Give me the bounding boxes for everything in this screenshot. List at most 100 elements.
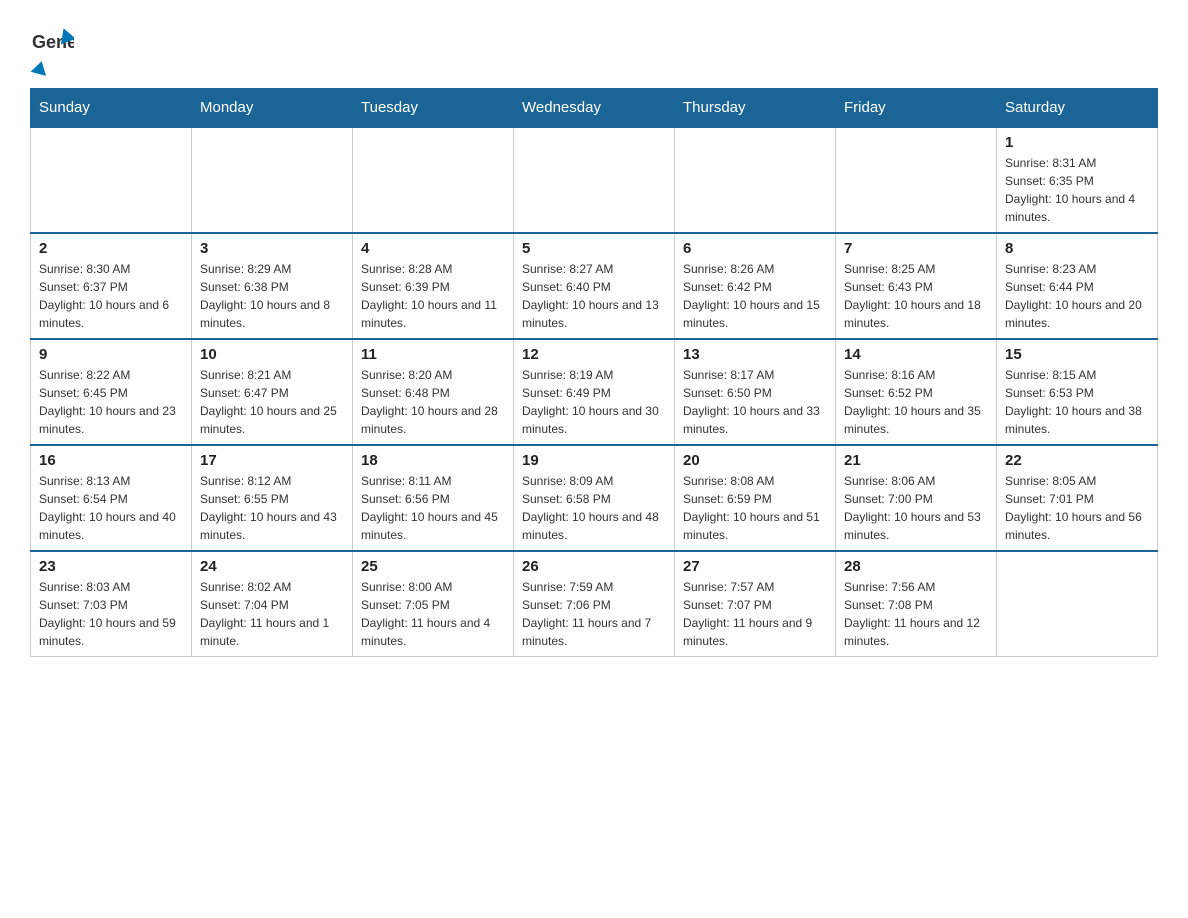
calendar: SundayMondayTuesdayWednesdayThursdayFrid… bbox=[30, 88, 1158, 657]
calendar-cell bbox=[353, 127, 514, 233]
day-number: 24 bbox=[200, 558, 344, 575]
calendar-cell bbox=[514, 127, 675, 233]
day-info: Sunrise: 8:29 AM Sunset: 6:38 PM Dayligh… bbox=[200, 260, 344, 332]
calendar-cell: 16 Sunrise: 8:13 AM Sunset: 6:54 PM Dayli… bbox=[31, 445, 192, 551]
day-info: Sunrise: 8:02 AM Sunset: 7:04 PM Dayligh… bbox=[200, 578, 344, 650]
calendar-cell: 23 Sunrise: 8:03 AM Sunset: 7:03 PM Dayli… bbox=[31, 551, 192, 657]
day-info: Sunrise: 8:31 AM Sunset: 6:35 PM Dayligh… bbox=[1005, 154, 1149, 226]
day-number: 3 bbox=[200, 240, 344, 257]
day-number: 6 bbox=[683, 240, 827, 257]
day-info: Sunrise: 8:28 AM Sunset: 6:39 PM Dayligh… bbox=[361, 260, 505, 332]
day-number: 13 bbox=[683, 346, 827, 363]
calendar-cell: 1 Sunrise: 8:31 AM Sunset: 6:35 PM Daylig… bbox=[997, 127, 1158, 233]
day-info: Sunrise: 7:56 AM Sunset: 7:08 PM Dayligh… bbox=[844, 578, 988, 650]
calendar-week-5: 23 Sunrise: 8:03 AM Sunset: 7:03 PM Dayli… bbox=[31, 551, 1158, 657]
day-header-wednesday: Wednesday bbox=[514, 89, 675, 128]
day-info: Sunrise: 8:05 AM Sunset: 7:01 PM Dayligh… bbox=[1005, 472, 1149, 544]
day-info: Sunrise: 8:27 AM Sunset: 6:40 PM Dayligh… bbox=[522, 260, 666, 332]
day-header-tuesday: Tuesday bbox=[353, 89, 514, 128]
calendar-body: 1 Sunrise: 8:31 AM Sunset: 6:35 PM Daylig… bbox=[31, 127, 1158, 657]
calendar-cell bbox=[31, 127, 192, 233]
day-number: 2 bbox=[39, 240, 183, 257]
calendar-cell: 28 Sunrise: 7:56 AM Sunset: 7:08 PM Dayli… bbox=[836, 551, 997, 657]
day-number: 18 bbox=[361, 452, 505, 469]
day-info: Sunrise: 8:08 AM Sunset: 6:59 PM Dayligh… bbox=[683, 472, 827, 544]
calendar-cell bbox=[997, 551, 1158, 657]
calendar-cell bbox=[675, 127, 836, 233]
calendar-cell bbox=[836, 127, 997, 233]
day-info: Sunrise: 8:13 AM Sunset: 6:54 PM Dayligh… bbox=[39, 472, 183, 544]
day-number: 7 bbox=[844, 240, 988, 257]
day-number: 11 bbox=[361, 346, 505, 363]
calendar-cell: 5 Sunrise: 8:27 AM Sunset: 6:40 PM Daylig… bbox=[514, 233, 675, 339]
day-number: 26 bbox=[522, 558, 666, 575]
calendar-week-3: 9 Sunrise: 8:22 AM Sunset: 6:45 PM Daylig… bbox=[31, 339, 1158, 445]
day-number: 23 bbox=[39, 558, 183, 575]
calendar-cell: 7 Sunrise: 8:25 AM Sunset: 6:43 PM Daylig… bbox=[836, 233, 997, 339]
calendar-cell: 8 Sunrise: 8:23 AM Sunset: 6:44 PM Daylig… bbox=[997, 233, 1158, 339]
day-number: 4 bbox=[361, 240, 505, 257]
logo: General bbox=[30, 20, 74, 78]
calendar-header-row: SundayMondayTuesdayWednesdayThursdayFrid… bbox=[31, 89, 1158, 128]
day-header-thursday: Thursday bbox=[675, 89, 836, 128]
day-number: 28 bbox=[844, 558, 988, 575]
day-info: Sunrise: 8:30 AM Sunset: 6:37 PM Dayligh… bbox=[39, 260, 183, 332]
day-info: Sunrise: 7:59 AM Sunset: 7:06 PM Dayligh… bbox=[522, 578, 666, 650]
calendar-cell: 22 Sunrise: 8:05 AM Sunset: 7:01 PM Dayli… bbox=[997, 445, 1158, 551]
calendar-cell: 19 Sunrise: 8:09 AM Sunset: 6:58 PM Dayli… bbox=[514, 445, 675, 551]
day-info: Sunrise: 8:09 AM Sunset: 6:58 PM Dayligh… bbox=[522, 472, 666, 544]
day-info: Sunrise: 8:17 AM Sunset: 6:50 PM Dayligh… bbox=[683, 366, 827, 438]
calendar-cell bbox=[192, 127, 353, 233]
day-number: 16 bbox=[39, 452, 183, 469]
calendar-week-4: 16 Sunrise: 8:13 AM Sunset: 6:54 PM Dayli… bbox=[31, 445, 1158, 551]
day-info: Sunrise: 8:22 AM Sunset: 6:45 PM Dayligh… bbox=[39, 366, 183, 438]
day-number: 1 bbox=[1005, 134, 1149, 151]
day-info: Sunrise: 8:26 AM Sunset: 6:42 PM Dayligh… bbox=[683, 260, 827, 332]
day-number: 15 bbox=[1005, 346, 1149, 363]
calendar-cell: 15Sunrise: 8:15 AM Sunset: 6:53 PM Dayli… bbox=[997, 339, 1158, 445]
calendar-cell: 17Sunrise: 8:12 AM Sunset: 6:55 PM Dayli… bbox=[192, 445, 353, 551]
calendar-cell: 14Sunrise: 8:16 AM Sunset: 6:52 PM Dayli… bbox=[836, 339, 997, 445]
calendar-cell: 18 Sunrise: 8:11 AM Sunset: 6:56 PM Dayli… bbox=[353, 445, 514, 551]
day-header-monday: Monday bbox=[192, 89, 353, 128]
calendar-cell: 11Sunrise: 8:20 AM Sunset: 6:48 PM Dayli… bbox=[353, 339, 514, 445]
day-number: 14 bbox=[844, 346, 988, 363]
day-number: 20 bbox=[683, 452, 827, 469]
day-info: Sunrise: 7:57 AM Sunset: 7:07 PM Dayligh… bbox=[683, 578, 827, 650]
calendar-cell: 25 Sunrise: 8:00 AM Sunset: 7:05 PM Dayli… bbox=[353, 551, 514, 657]
day-number: 25 bbox=[361, 558, 505, 575]
day-number: 22 bbox=[1005, 452, 1149, 469]
calendar-cell: 26 Sunrise: 7:59 AM Sunset: 7:06 PM Dayli… bbox=[514, 551, 675, 657]
day-number: 9 bbox=[39, 346, 183, 363]
day-header-friday: Friday bbox=[836, 89, 997, 128]
day-info: Sunrise: 8:23 AM Sunset: 6:44 PM Dayligh… bbox=[1005, 260, 1149, 332]
calendar-cell: 24 Sunrise: 8:02 AM Sunset: 7:04 PM Dayli… bbox=[192, 551, 353, 657]
calendar-cell: 13 Sunrise: 8:17 AM Sunset: 6:50 PM Dayli… bbox=[675, 339, 836, 445]
calendar-cell: 9 Sunrise: 8:22 AM Sunset: 6:45 PM Daylig… bbox=[31, 339, 192, 445]
day-info: Sunrise: 8:00 AM Sunset: 7:05 PM Dayligh… bbox=[361, 578, 505, 650]
calendar-cell: 21Sunrise: 8:06 AM Sunset: 7:00 PM Dayli… bbox=[836, 445, 997, 551]
day-number: 5 bbox=[522, 240, 666, 257]
day-info: Sunrise: 8:03 AM Sunset: 7:03 PM Dayligh… bbox=[39, 578, 183, 650]
day-info: Sunrise: 8:21 AM Sunset: 6:47 PM Dayligh… bbox=[200, 366, 344, 438]
day-info: Sunrise: 8:19 AM Sunset: 6:49 PM Dayligh… bbox=[522, 366, 666, 438]
day-number: 19 bbox=[522, 452, 666, 469]
calendar-cell: 10Sunrise: 8:21 AM Sunset: 6:47 PM Dayli… bbox=[192, 339, 353, 445]
day-number: 21 bbox=[844, 452, 988, 469]
calendar-week-2: 2 Sunrise: 8:30 AM Sunset: 6:37 PM Daylig… bbox=[31, 233, 1158, 339]
day-number: 8 bbox=[1005, 240, 1149, 257]
calendar-cell: 6 Sunrise: 8:26 AM Sunset: 6:42 PM Daylig… bbox=[675, 233, 836, 339]
calendar-week-1: 1 Sunrise: 8:31 AM Sunset: 6:35 PM Daylig… bbox=[31, 127, 1158, 233]
day-number: 27 bbox=[683, 558, 827, 575]
calendar-cell: 20 Sunrise: 8:08 AM Sunset: 6:59 PM Dayli… bbox=[675, 445, 836, 551]
day-info: Sunrise: 8:25 AM Sunset: 6:43 PM Dayligh… bbox=[844, 260, 988, 332]
calendar-cell: 4 Sunrise: 8:28 AM Sunset: 6:39 PM Daylig… bbox=[353, 233, 514, 339]
day-info: Sunrise: 8:12 AM Sunset: 6:55 PM Dayligh… bbox=[200, 472, 344, 544]
calendar-cell: 27 Sunrise: 7:57 AM Sunset: 7:07 PM Dayli… bbox=[675, 551, 836, 657]
calendar-cell: 3 Sunrise: 8:29 AM Sunset: 6:38 PM Daylig… bbox=[192, 233, 353, 339]
calendar-cell: 2 Sunrise: 8:30 AM Sunset: 6:37 PM Daylig… bbox=[31, 233, 192, 339]
day-info: Sunrise: 8:11 AM Sunset: 6:56 PM Dayligh… bbox=[361, 472, 505, 544]
calendar-cell: 12 Sunrise: 8:19 AM Sunset: 6:49 PM Dayli… bbox=[514, 339, 675, 445]
day-number: 12 bbox=[522, 346, 666, 363]
header: General bbox=[30, 20, 1158, 78]
